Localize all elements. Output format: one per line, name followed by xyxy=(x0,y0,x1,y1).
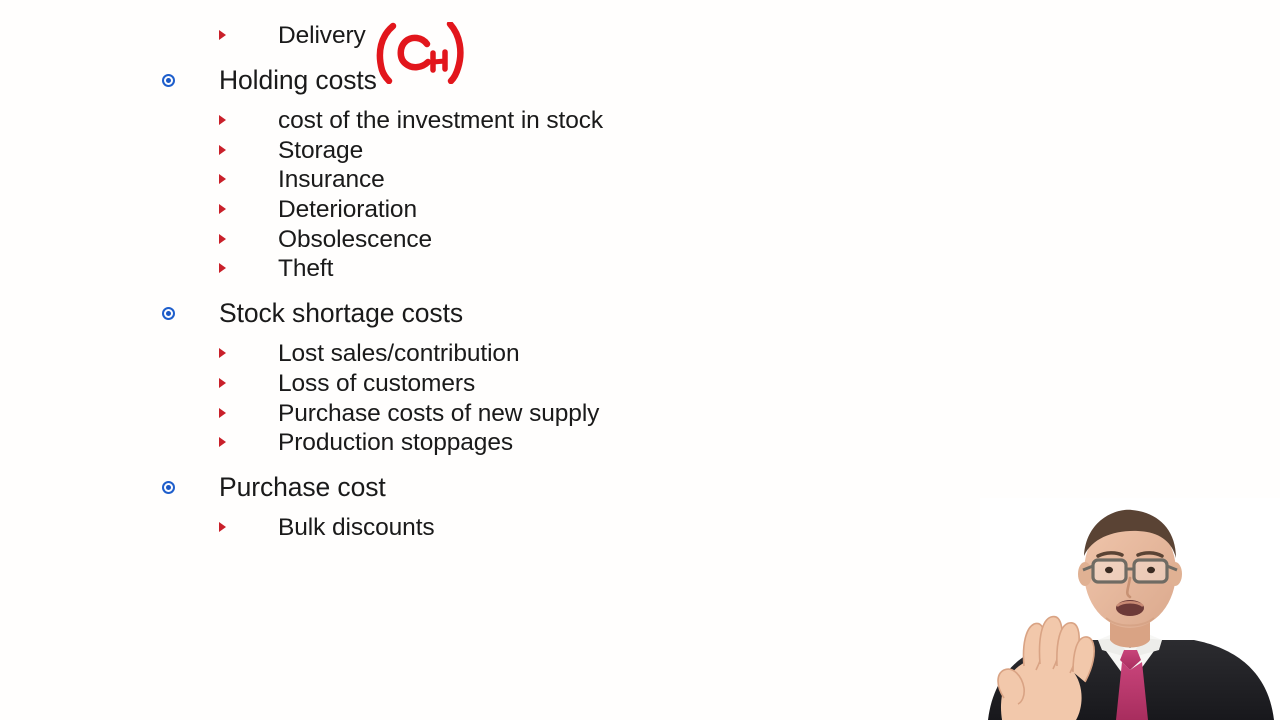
ring-bullet-icon xyxy=(162,481,175,494)
triangle-bullet-icon xyxy=(219,30,226,40)
triangle-bullet-icon xyxy=(219,204,226,214)
triangle-bullet-icon xyxy=(219,522,226,532)
list-item: Deterioration xyxy=(216,196,417,224)
presentation-slide: Delivery Holding costs cost of the inves… xyxy=(0,0,1280,720)
list-item: Loss of customers xyxy=(216,370,475,398)
list-item-label: Purchase cost xyxy=(219,472,386,502)
list-item-label: Deterioration xyxy=(278,196,417,223)
triangle-bullet-icon xyxy=(219,348,226,358)
list-item: Purchase costs of new supply xyxy=(216,400,599,428)
list-item: cost of the investment in stock xyxy=(216,107,603,135)
list-item: Theft xyxy=(216,255,333,283)
list-item: Insurance xyxy=(216,166,385,194)
triangle-bullet-icon xyxy=(219,174,226,184)
triangle-bullet-icon xyxy=(219,115,226,125)
list-item-label: Obsolescence xyxy=(278,226,433,253)
list-item-label: Storage xyxy=(278,137,364,164)
triangle-bullet-icon xyxy=(219,378,226,388)
list-item-label: Bulk discounts xyxy=(278,514,435,541)
triangle-bullet-icon xyxy=(219,408,226,418)
ring-bullet-icon xyxy=(162,307,175,320)
triangle-bullet-icon xyxy=(219,145,226,155)
triangle-bullet-icon xyxy=(219,437,226,447)
triangle-bullet-icon xyxy=(219,263,226,273)
list-item-label: Loss of customers xyxy=(278,370,476,397)
list-item-label: Holding costs xyxy=(219,65,377,95)
list-item-label: Lost sales/contribution xyxy=(278,340,520,367)
list-item: Stock shortage costs xyxy=(160,298,463,329)
list-item: Lost sales/contribution xyxy=(216,340,520,368)
list-item: Holding costs xyxy=(160,65,377,96)
ring-bullet-icon xyxy=(162,74,175,87)
list-item-label: Delivery xyxy=(278,22,366,49)
list-item-label: Purchase costs of new supply xyxy=(278,400,600,427)
list-item-label: Stock shortage costs xyxy=(219,298,463,328)
list-item: Production stoppages xyxy=(216,429,513,457)
list-item-label: Insurance xyxy=(278,166,385,193)
list-item-label: cost of the investment in stock xyxy=(278,107,604,134)
presenter-video-overlay xyxy=(980,498,1280,720)
list-item-label: Production stoppages xyxy=(278,429,513,456)
list-item: Obsolescence xyxy=(216,226,432,254)
triangle-bullet-icon xyxy=(219,234,226,244)
list-item: Storage xyxy=(216,137,363,165)
list-item: Delivery xyxy=(216,22,366,50)
list-item: Purchase cost xyxy=(160,472,386,503)
list-item-label: Theft xyxy=(278,255,334,282)
handwritten-annotation-ch xyxy=(372,20,468,85)
list-item: Bulk discounts xyxy=(216,514,435,542)
